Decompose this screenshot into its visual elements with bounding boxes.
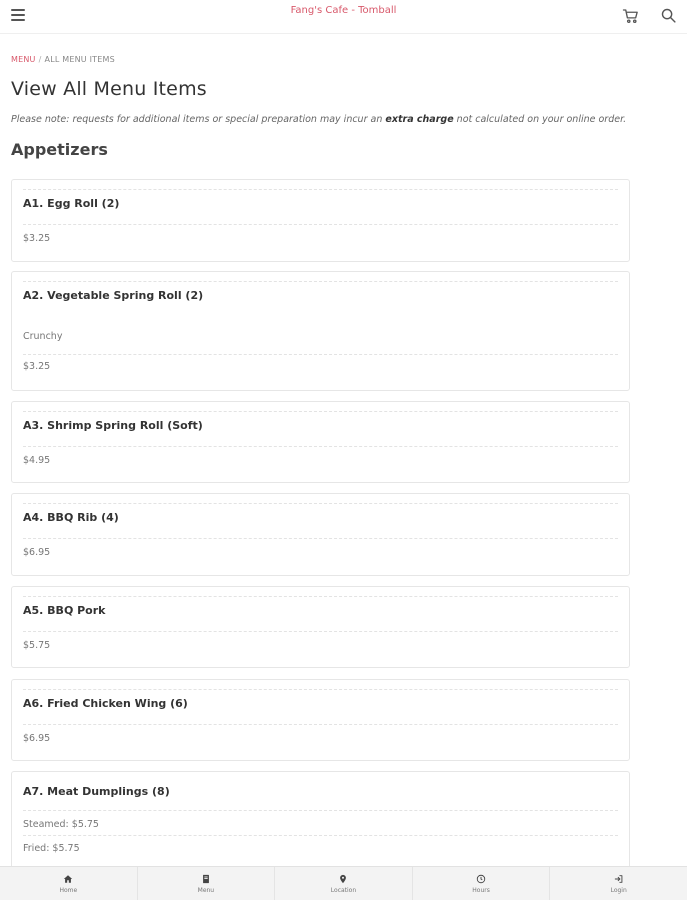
breadcrumb: MENU / ALL MENU ITEMS bbox=[11, 55, 115, 64]
menu-item-card[interactable]: A4. BBQ Rib (4) $6.95 bbox=[11, 493, 630, 576]
order-notice: Please note: requests for additional ite… bbox=[11, 114, 626, 125]
page-title: View All Menu Items bbox=[11, 78, 207, 100]
menu-item-card[interactable]: A7. Meat Dumplings (8) Steamed: $5.75 Fr… bbox=[11, 771, 630, 866]
bottom-nav: Home Menu Location Hours Login bbox=[0, 866, 687, 900]
cart-icon[interactable] bbox=[622, 7, 640, 25]
menu-item-name: A5. BBQ Pork bbox=[23, 604, 106, 617]
menu-item-name: A7. Meat Dumplings (8) bbox=[23, 785, 170, 798]
menu-item-price-option: Steamed: $5.75 bbox=[23, 819, 99, 830]
menu-book-icon bbox=[202, 874, 209, 884]
menu-item-price-option: Fried: $5.75 bbox=[23, 843, 80, 854]
nav-label: Home bbox=[59, 887, 78, 894]
home-icon bbox=[64, 875, 73, 883]
notice-text-after: not calculated on your online order. bbox=[456, 114, 627, 125]
app-title[interactable]: Fang's Cafe - Tomball bbox=[0, 5, 687, 16]
nav-label: Location bbox=[330, 887, 357, 894]
breadcrumb-current: ALL MENU ITEMS bbox=[44, 55, 115, 64]
menu-item-card[interactable]: A5. BBQ Pork $5.75 bbox=[11, 586, 630, 668]
nav-label: Menu bbox=[197, 887, 215, 894]
nav-home[interactable]: Home bbox=[0, 867, 137, 900]
menu-item-price: $3.25 bbox=[23, 361, 51, 372]
location-pin-icon bbox=[340, 874, 347, 884]
menu-item-name: A2. Vegetable Spring Roll (2) bbox=[23, 289, 204, 302]
nav-login[interactable]: Login bbox=[549, 867, 687, 900]
nav-menu[interactable]: Menu bbox=[136, 867, 275, 900]
clock-icon bbox=[476, 874, 486, 884]
notice-bold-text: extra charge bbox=[385, 114, 454, 125]
breadcrumb-menu-link[interactable]: MENU bbox=[11, 55, 36, 64]
search-icon[interactable] bbox=[660, 7, 677, 24]
menu-item-price: $6.95 bbox=[23, 547, 51, 558]
notice-text-before: Please note: requests for additional ite… bbox=[11, 114, 383, 125]
menu-item-card[interactable]: A3. Shrimp Spring Roll (Soft) $4.95 bbox=[11, 401, 630, 483]
menu-item-description: Crunchy bbox=[23, 331, 63, 342]
top-bar: Fang's Cafe - Tomball bbox=[0, 0, 687, 34]
menu-item-name: A3. Shrimp Spring Roll (Soft) bbox=[23, 419, 203, 432]
menu-item-price: $6.95 bbox=[23, 733, 51, 744]
login-icon bbox=[614, 875, 623, 883]
breadcrumb-separator: / bbox=[38, 55, 42, 64]
menu-item-card[interactable]: A1. Egg Roll (2) $3.25 bbox=[11, 179, 630, 262]
nav-label: Hours bbox=[472, 887, 490, 894]
nav-label: Login bbox=[610, 887, 627, 894]
menu-item-name: A1. Egg Roll (2) bbox=[23, 197, 120, 210]
menu-item-price: $3.25 bbox=[23, 233, 51, 244]
nav-location[interactable]: Location bbox=[274, 867, 412, 900]
menu-item-price: $4.95 bbox=[23, 455, 51, 466]
menu-item-name: A4. BBQ Rib (4) bbox=[23, 511, 119, 524]
section-title-appetizers: Appetizers bbox=[11, 140, 108, 159]
nav-hours[interactable]: Hours bbox=[411, 867, 550, 900]
menu-item-name: A6. Fried Chicken Wing (6) bbox=[23, 697, 188, 710]
main-content: MENU / ALL MENU ITEMS View All Menu Items … bbox=[0, 34, 687, 866]
menu-item-card[interactable]: A6. Fried Chicken Wing (6) $6.95 bbox=[11, 679, 630, 761]
menu-item-price: $5.75 bbox=[23, 640, 51, 651]
menu-item-card[interactable]: A2. Vegetable Spring Roll (2) Crunchy $3… bbox=[11, 271, 630, 391]
